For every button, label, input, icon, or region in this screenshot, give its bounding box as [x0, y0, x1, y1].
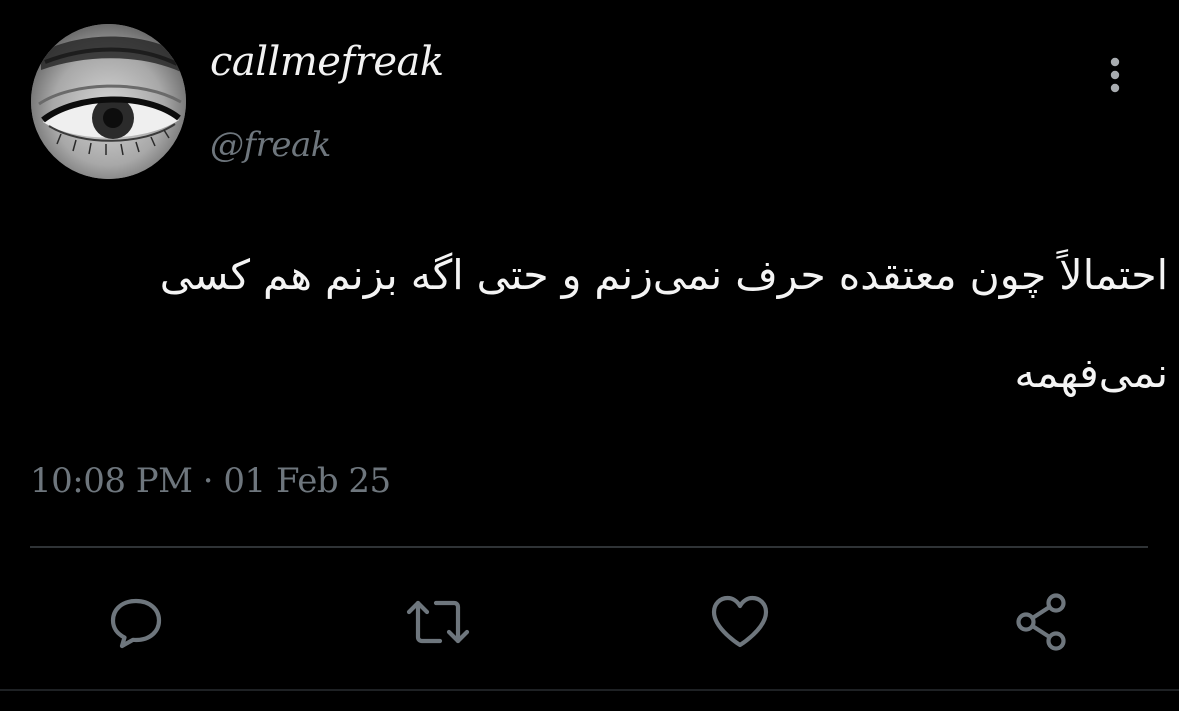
- display-name[interactable]: callmefreak: [210, 42, 444, 82]
- user-handle[interactable]: @freak: [210, 128, 331, 162]
- tweet-timestamp[interactable]: 10:08 PM · 01 Feb 25: [30, 464, 391, 498]
- bottom-divider: [0, 689, 1179, 691]
- reply-button[interactable]: [104, 590, 168, 654]
- heart-icon: [711, 595, 769, 648]
- more-options-button[interactable]: [1096, 52, 1136, 98]
- like-button[interactable]: [708, 590, 772, 654]
- retweet-icon: [406, 600, 470, 644]
- tweet-text: احتمالاً چون معتقده حرف نمی‌زنم و حتی اگ…: [159, 251, 1168, 397]
- speech-bubble-icon: [110, 598, 162, 649]
- share-button[interactable]: [1010, 590, 1074, 654]
- share-icon: [1016, 593, 1066, 651]
- retweet-button[interactable]: [406, 590, 470, 654]
- avatar[interactable]: [31, 24, 186, 179]
- divider: [30, 546, 1148, 548]
- eye-photo: [31, 24, 186, 179]
- more-vertical-icon: [1110, 57, 1120, 93]
